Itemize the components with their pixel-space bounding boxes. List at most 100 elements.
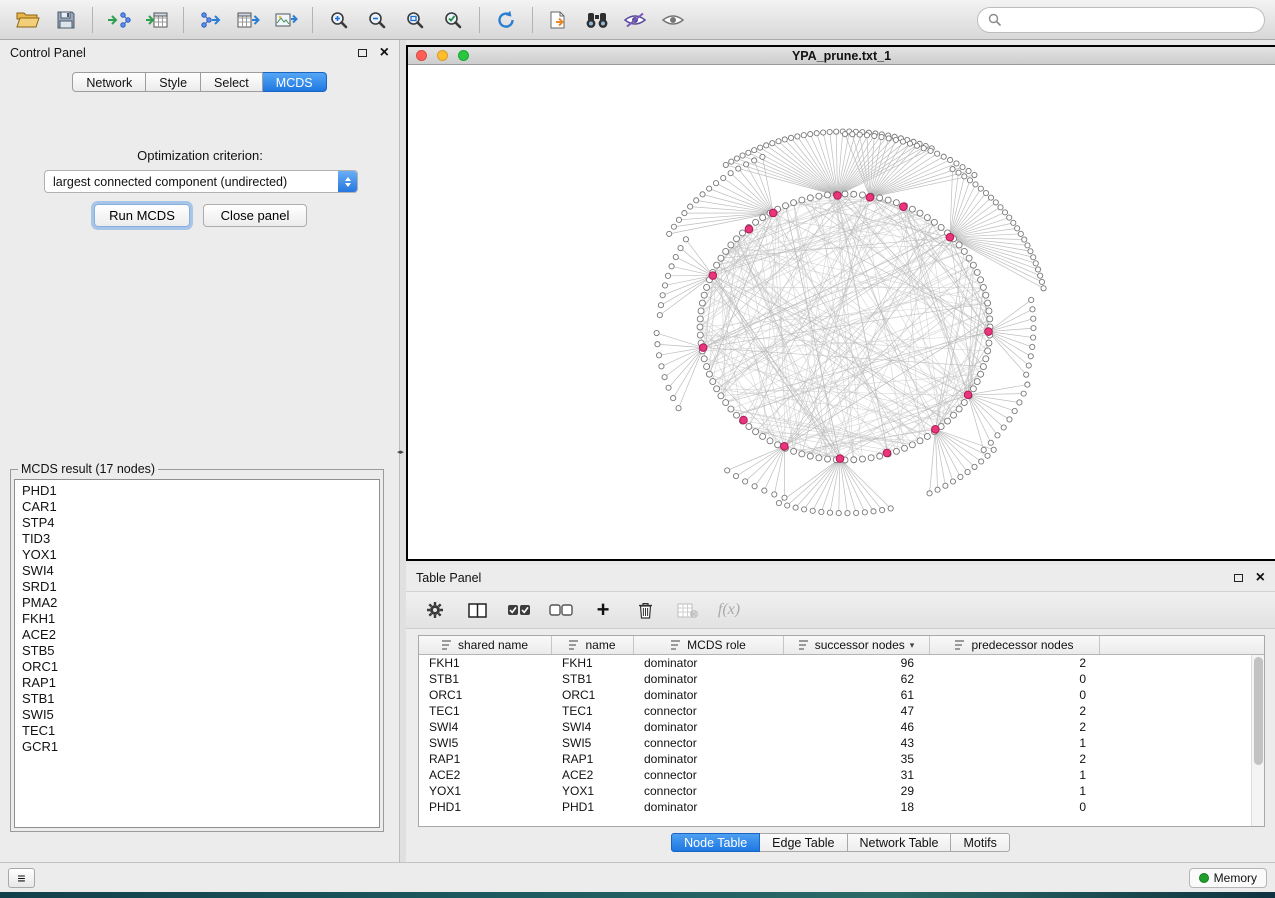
- tab-motifs[interactable]: Motifs: [951, 833, 1009, 852]
- table-row[interactable]: YOX1YOX1connector291: [419, 783, 1251, 799]
- import-network-button[interactable]: [101, 4, 137, 36]
- table-cell: dominator: [634, 799, 784, 815]
- table-cell: ORC1: [552, 687, 634, 703]
- table-cell: 2: [930, 751, 1100, 767]
- refresh-button[interactable]: [488, 4, 524, 36]
- table-row[interactable]: FKH1FKH1dominator962: [419, 655, 1251, 671]
- table-row[interactable]: SWI4SWI4dominator462: [419, 719, 1251, 735]
- table-row[interactable]: ACE2ACE2connector311: [419, 767, 1251, 783]
- list-item[interactable]: PHD1: [15, 483, 379, 499]
- mcds-result-list[interactable]: PHD1CAR1STP4TID3YOX1SWI4SRD1PMA2FKH1ACE2…: [14, 479, 380, 828]
- table-scrollbar[interactable]: [1251, 655, 1264, 826]
- table-panel-tabs: Node Table Edge Table Network Table Moti…: [406, 833, 1275, 852]
- add-column-button[interactable]: +: [590, 597, 616, 623]
- network-canvas[interactable]: [408, 65, 1275, 559]
- list-item[interactable]: FKH1: [15, 611, 379, 627]
- toolbar-separator: [479, 7, 480, 33]
- dropdown-stepper-icon[interactable]: [338, 170, 357, 193]
- zoom-fit-button[interactable]: [397, 4, 433, 36]
- column-header-mcds-role[interactable]: MCDS role: [634, 636, 784, 654]
- table-cell: 46: [784, 719, 930, 735]
- import-table-icon: [145, 10, 169, 30]
- control-panel-tabs: Network Style Select MCDS: [0, 72, 399, 92]
- optimization-criterion-dropdown[interactable]: largest connected component (undirected): [44, 170, 358, 193]
- table-row[interactable]: RAP1RAP1dominator352: [419, 751, 1251, 767]
- export-image-button[interactable]: [268, 4, 304, 36]
- zoom-out-button[interactable]: [359, 4, 395, 36]
- select-all-button[interactable]: [506, 597, 532, 623]
- column-header-name[interactable]: name: [552, 636, 634, 654]
- table-row[interactable]: PHD1PHD1dominator180: [419, 799, 1251, 815]
- import-table-button[interactable]: [139, 4, 175, 36]
- list-item[interactable]: STB5: [15, 643, 379, 659]
- save-session-button[interactable]: [48, 4, 84, 36]
- zoom-in-button[interactable]: [321, 4, 357, 36]
- memory-button[interactable]: Memory: [1189, 868, 1267, 888]
- share-document-button[interactable]: [541, 4, 577, 36]
- network-window-titlebar[interactable]: YPA_prune.txt_1: [408, 47, 1275, 65]
- window-close-button[interactable]: [416, 50, 427, 61]
- scrollbar-thumb[interactable]: [1254, 657, 1263, 765]
- list-item[interactable]: SWI4: [15, 563, 379, 579]
- list-item[interactable]: STB1: [15, 691, 379, 707]
- window-zoom-button[interactable]: [458, 50, 469, 61]
- search-network-button[interactable]: [579, 4, 615, 36]
- export-table-button[interactable]: [230, 4, 266, 36]
- column-header-predecessor-nodes[interactable]: predecessor nodes: [930, 636, 1100, 654]
- delete-column-button[interactable]: [632, 597, 658, 623]
- list-item[interactable]: PMA2: [15, 595, 379, 611]
- table-settings-button[interactable]: [422, 597, 448, 623]
- export-network-button[interactable]: [192, 4, 228, 36]
- tab-node-table[interactable]: Node Table: [671, 833, 760, 852]
- list-item[interactable]: CAR1: [15, 499, 379, 515]
- zoom-fit-icon: [405, 10, 425, 30]
- zoom-selected-button[interactable]: [435, 4, 471, 36]
- list-item[interactable]: TEC1: [15, 723, 379, 739]
- sort-icon: [569, 640, 580, 650]
- tab-mcds[interactable]: MCDS: [263, 72, 327, 92]
- tab-style[interactable]: Style: [146, 72, 201, 92]
- show-all-button[interactable]: [655, 4, 691, 36]
- tab-select[interactable]: Select: [201, 72, 263, 92]
- table-row[interactable]: TEC1TEC1connector472: [419, 703, 1251, 719]
- list-item[interactable]: SWI5: [15, 707, 379, 723]
- search-input[interactable]: [1007, 12, 1254, 28]
- list-item[interactable]: RAP1: [15, 675, 379, 691]
- open-session-button[interactable]: [10, 4, 46, 36]
- list-item[interactable]: ORC1: [15, 659, 379, 675]
- list-item[interactable]: TID3: [15, 531, 379, 547]
- table-cell: [1100, 799, 1251, 815]
- tab-network-table[interactable]: Network Table: [848, 833, 952, 852]
- list-item[interactable]: YOX1: [15, 547, 379, 563]
- splitter-arrows-icon[interactable]: ◂▸: [397, 448, 404, 456]
- network-svg[interactable]: [408, 65, 1275, 559]
- column-header-shared-name[interactable]: shared name: [419, 636, 552, 654]
- status-bar: ≡ Memory: [0, 862, 1275, 892]
- float-panel-icon[interactable]: [358, 49, 367, 57]
- close-panel-icon[interactable]: ×: [380, 45, 389, 61]
- table-cell: 1: [930, 783, 1100, 799]
- list-item[interactable]: ACE2: [15, 627, 379, 643]
- close-panel-button[interactable]: Close panel: [203, 204, 307, 227]
- tab-edge-table[interactable]: Edge Table: [760, 833, 847, 852]
- deselect-all-button[interactable]: [548, 597, 574, 623]
- column-header-successor-nodes[interactable]: successor nodes ▾: [784, 636, 930, 654]
- search-field[interactable]: [977, 7, 1265, 33]
- tab-network[interactable]: Network: [72, 72, 146, 92]
- run-mcds-button[interactable]: Run MCDS: [94, 204, 190, 227]
- hide-selected-button[interactable]: [617, 4, 653, 36]
- float-table-panel-icon[interactable]: [1234, 574, 1243, 582]
- list-item[interactable]: GCR1: [15, 739, 379, 755]
- status-list-button[interactable]: ≡: [8, 868, 35, 888]
- trash-icon: [638, 602, 653, 619]
- column-header-filler: [1100, 636, 1264, 654]
- table-row[interactable]: ORC1ORC1dominator610: [419, 687, 1251, 703]
- window-minimize-button[interactable]: [437, 50, 448, 61]
- list-item[interactable]: SRD1: [15, 579, 379, 595]
- node-table-body: FKH1FKH1dominator962STB1STB1dominator620…: [419, 655, 1251, 826]
- close-table-panel-icon[interactable]: ×: [1256, 570, 1265, 586]
- table-row[interactable]: SWI5SWI5connector431: [419, 735, 1251, 751]
- show-columns-button[interactable]: [464, 597, 490, 623]
- table-row[interactable]: STB1STB1dominator620: [419, 671, 1251, 687]
- list-item[interactable]: STP4: [15, 515, 379, 531]
